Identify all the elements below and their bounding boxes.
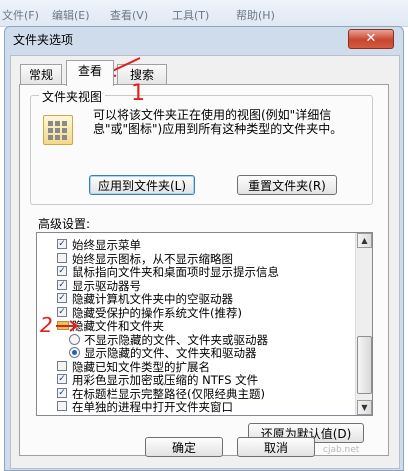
reset-folders-button[interactable]: 重置文件夹(R) [237,175,337,195]
tab-general-label: 常规 [28,68,53,82]
settings-row-label: 隐藏文件和文件夹 [72,319,164,333]
settings-row-label: 鼠标指向文件夹和桌面项时显示提示信息 [72,265,279,279]
checkbox-checked[interactable]: ✓ [57,239,67,249]
triangle-down-icon: ▼ [361,403,368,412]
dialog-client-area: 常规 查看 搜索 文件夹视图 可以将该文件夹正在使用的视图(例如"详细信息"或"… [10,55,400,469]
folder-views-legend: 文件夹视图 [39,88,106,105]
settings-row-label: 隐藏受保护的操作系统文件(推荐) [72,305,242,320]
tab-view-label: 查看 [77,64,102,78]
apply-to-folders-button[interactable]: 应用到文件夹(L) [89,175,195,195]
menu-item-edit[interactable]: 编辑(E) [52,7,90,23]
settings-row-label: 不显示隐藏的文件、文件夹或驱动器 [84,332,268,347]
settings-row-label: 隐藏计算机文件夹中的空驱动器 [72,292,233,306]
ok-button[interactable]: 确定 [145,437,223,457]
checkbox-unchecked[interactable] [57,252,67,263]
checkbox-checked[interactable]: ✓ [57,374,67,384]
checkbox-checked[interactable]: ✓ [57,293,67,303]
scroll-up-button[interactable]: ▲ [357,233,372,248]
menu-item-view[interactable]: 查看(V) [110,7,148,23]
folder-views-group: 文件夹视图 可以将该文件夹正在使用的视图(例如"详细信息"或"图标")应用到所有… [30,88,373,205]
checkbox-checked[interactable]: ✓ [57,387,67,398]
checkbox-unchecked[interactable] [57,401,67,411]
settings-row-label: 在单独的进程中打开文件夹窗口 [72,400,233,414]
folder-views-description: 可以将该文件夹正在使用的视图(例如"详细信息"或"图标")应用到所有这种类型的文… [93,108,343,136]
checkbox-checked[interactable]: ✓ [57,279,67,290]
settings-row-label: 隐藏已知文件类型的扩展名 [72,359,210,374]
radio-selected[interactable] [69,347,80,358]
advanced-settings-label: 高级设置: [38,217,91,231]
settings-row-label: 显示隐藏的文件、文件夹和驱动器 [84,346,257,360]
tab-general[interactable]: 常规 [20,64,62,85]
settings-row-label: 用彩色显示加密或压缩的 NTFS 文件 [72,373,259,387]
settings-row-label: 始终显示菜单 [72,238,141,252]
folder-view-icon [43,115,73,145]
cancel-button[interactable]: 取消 [237,437,315,457]
close-icon: ✕ [365,31,377,46]
tab-search[interactable]: 搜索 [117,64,167,85]
scroll-down-button[interactable]: ▼ [357,400,372,415]
folder-icon [57,321,69,330]
triangle-up-icon: ▲ [361,236,368,245]
close-button[interactable]: ✕ [348,29,394,49]
radio-unselected[interactable] [69,333,80,345]
checkbox-checked[interactable]: ✓ [57,306,67,317]
scroll-thumb[interactable] [357,336,372,394]
menu-item-help[interactable]: 帮助(H) [236,7,275,23]
settings-row-label: 在标题栏显示完整路径(仅限经典主题) [72,386,265,401]
advanced-settings-list[interactable]: ✓ 始终显示菜单 始终显示图标，从不显示缩略图 ✓ 鼠标指向文件夹和桌面项时显示提示信息… [36,232,373,416]
settings-row-label: 显示驱动器号 [72,278,141,293]
tab-view[interactable]: 查看 [66,60,114,86]
settings-row-label: 始终显示图标，从不显示缩略图 [72,251,233,266]
view-tab-panel: 文件夹视图 可以将该文件夹正在使用的视图(例如"详细信息"或"图标")应用到所有… [19,84,389,456]
settings-scrollbar[interactable]: ▲ ▼ [355,233,372,415]
menu-bar-remnant: 文件(F) 编辑(E) 查看(V) 工具(T) 帮助(H) [0,0,408,27]
watermark-text: cjab.net [323,445,360,455]
menu-item-file[interactable]: 文件(F) [2,7,39,23]
tab-search-label: 搜索 [129,68,154,82]
folder-options-dialog: 文件夹选项 ✕ 常规 查看 搜索 文件夹视图 可以将该文件夹正在使用的视图(例如… [4,26,404,471]
checkbox-unchecked[interactable] [57,360,67,371]
menu-item-tools[interactable]: 工具(T) [172,7,209,23]
checkbox-checked[interactable]: ✓ [57,266,67,276]
dialog-title: 文件夹选项 [13,33,74,47]
